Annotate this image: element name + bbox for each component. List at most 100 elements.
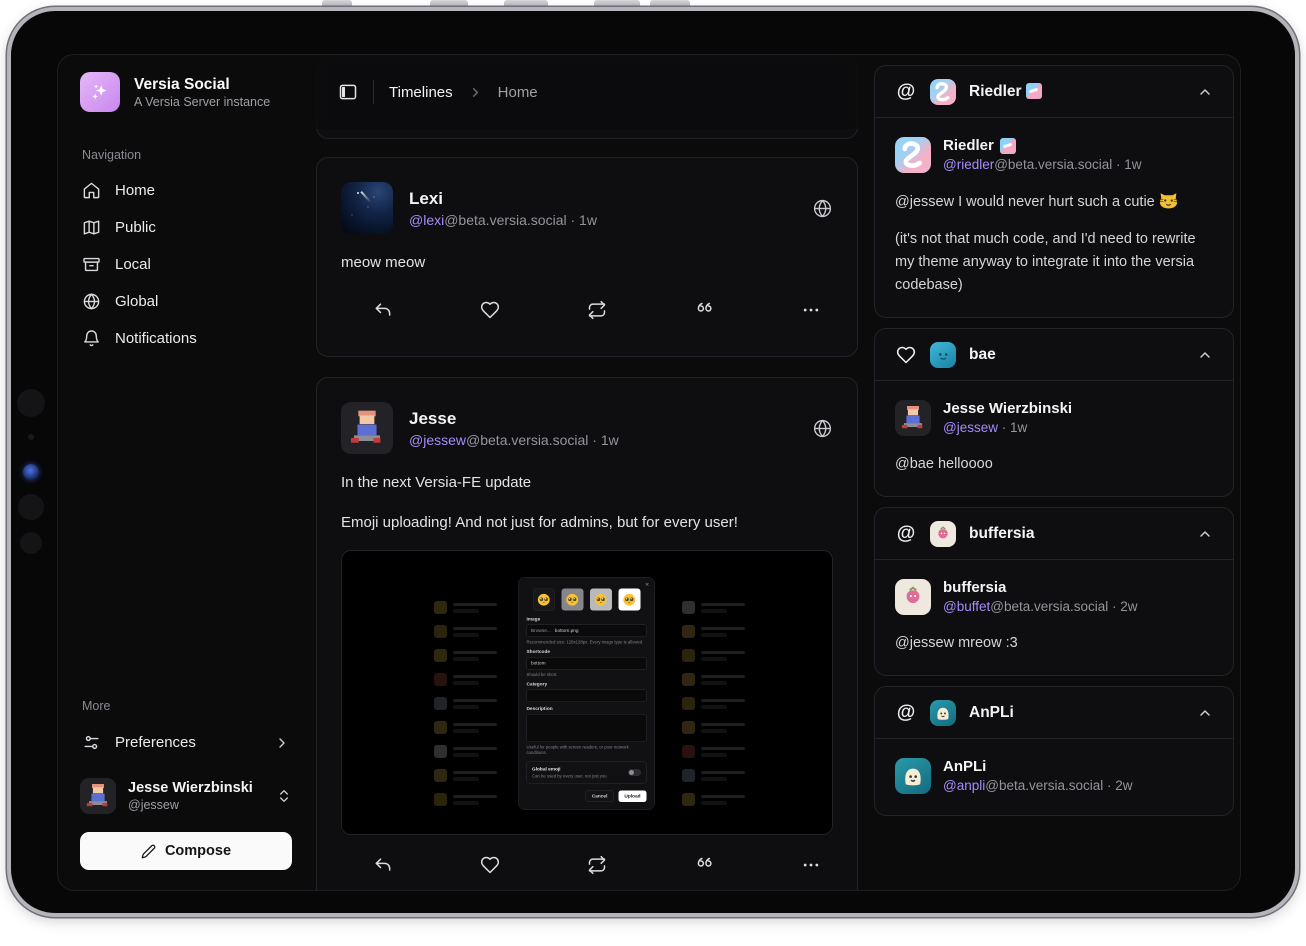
notification-header[interactable]: @ buffersia <box>875 508 1233 560</box>
account-switcher[interactable]: Jesse Wierzbinski @jessew <box>80 778 292 814</box>
chevron-up-icon[interactable] <box>1197 526 1213 542</box>
map-icon <box>82 218 101 237</box>
bell-icon <box>82 329 101 348</box>
more-section-label: More <box>82 699 292 713</box>
avatar <box>80 778 116 814</box>
shortcode-field-label: Shortcode <box>527 649 647 655</box>
sidebar-item-home[interactable]: Home <box>80 172 292 209</box>
dock-app-icon[interactable] <box>18 494 44 520</box>
mention-at-icon: @ <box>895 702 917 724</box>
post-author[interactable]: Lexi <box>409 187 597 210</box>
boost-repeat-icon[interactable] <box>587 300 607 320</box>
chevron-up-icon[interactable] <box>1197 705 1213 721</box>
breadcrumb-timelines[interactable]: Timelines <box>389 84 453 101</box>
sidebar-item-notifications[interactable]: Notifications <box>80 320 292 357</box>
notification-header[interactable]: @ AnPLi <box>875 687 1233 739</box>
cancel-button: Cancel <box>585 791 614 803</box>
cube-custom-emoji <box>1000 138 1016 154</box>
notification-body: buffersia @buffet@beta.versia.social · 2… <box>875 560 1233 675</box>
notifications-column: @ Riedler Riedler @riedler@beta. <box>874 65 1234 890</box>
account-name[interactable]: Riedler <box>943 136 1142 156</box>
image-field-label: Image <box>527 617 647 623</box>
sidebar-item-preferences[interactable]: Preferences <box>80 723 292 762</box>
account-handle: @riedler@beta.versia.social · 1w <box>943 156 1142 174</box>
dock-dot <box>28 434 34 440</box>
upload-button: Upload <box>618 791 646 803</box>
versia-app-window: Versia Social A Versia Server instance N… <box>58 55 1240 890</box>
more-ellipsis-icon[interactable] <box>801 855 821 875</box>
post-actions <box>341 300 833 320</box>
archive-icon <box>82 255 101 274</box>
notification-header[interactable]: @ Riedler <box>875 66 1233 118</box>
timeline-column: Timelines Home Lexi @lexi@beta.versia.so… <box>316 55 858 890</box>
global-emoji-toggle <box>628 769 641 776</box>
avatar[interactable] <box>341 182 393 234</box>
boost-repeat-icon[interactable] <box>587 855 607 875</box>
brand[interactable]: Versia Social A Versia Server instance <box>80 72 292 112</box>
sidebar-item-public[interactable]: Public <box>80 209 292 246</box>
chevron-right-icon <box>274 735 290 751</box>
notification-header[interactable]: bae <box>875 329 1233 381</box>
avatar[interactable] <box>895 579 931 615</box>
dock-app-icon[interactable] <box>20 532 42 554</box>
notification-card: @ Riedler Riedler @riedler@beta. <box>874 65 1234 318</box>
like-heart-icon[interactable] <box>480 855 500 875</box>
post-card: Jesse @jessew@beta.versia.social · 1w In… <box>316 377 858 890</box>
avatar[interactable] <box>341 402 393 454</box>
sidebar-item-label: Global <box>115 293 158 310</box>
stage: Versia Social A Versia Server instance N… <box>0 0 1306 946</box>
account-name[interactable]: buffersia <box>943 578 1138 598</box>
sidebar-item-local[interactable]: Local <box>80 246 292 283</box>
sidebar-item-global[interactable]: Global <box>80 283 292 320</box>
close-icon: × <box>645 581 649 589</box>
quote-icon[interactable] <box>694 855 714 875</box>
account-handle: @jessew · 1w <box>943 419 1072 437</box>
mention-at-icon: @ <box>895 81 917 103</box>
compose-button[interactable]: Compose <box>80 832 292 870</box>
sidebar-item-label: Public <box>115 219 156 236</box>
notification-title: Riedler <box>969 83 1042 101</box>
chevron-up-icon[interactable] <box>1197 347 1213 363</box>
emoji-upload-dialog: × Image Browse...bottom.png Recommended … <box>518 577 655 810</box>
dock-app-icon-blue[interactable] <box>23 464 39 480</box>
global-emoji-setting: Global emoji Can be used by every user, … <box>527 762 647 784</box>
avatar[interactable] <box>895 400 931 436</box>
avatar[interactable] <box>895 137 931 173</box>
post-author[interactable]: Jesse <box>409 407 619 430</box>
sparkles-icon <box>88 80 112 104</box>
notification-title: bae <box>969 346 996 364</box>
account-name[interactable]: AnPLi <box>943 757 1133 777</box>
avatar <box>930 342 956 368</box>
pleading-face-emoji <box>533 589 555 611</box>
shortcode-input: bottom <box>527 657 647 670</box>
global-emoji-title: Global emoji <box>532 767 624 773</box>
account-name[interactable]: Jesse Wierzbinski <box>943 399 1072 419</box>
reply-icon[interactable] <box>373 855 393 875</box>
globe-icon <box>82 292 101 311</box>
post-content: meow meow <box>341 252 833 274</box>
notification-text: @bae helloooo <box>895 453 1213 476</box>
notification-title: AnPLi <box>969 704 1014 722</box>
pencil-icon <box>141 844 156 859</box>
shortcode-hint: Should be short. <box>527 672 647 678</box>
account-handle: @buffet@beta.versia.social · 2w <box>943 598 1138 616</box>
notification-body: Riedler @riedler@beta.versia.social · 1w… <box>875 118 1233 317</box>
current-user-name: Jesse Wierzbinski <box>128 779 264 797</box>
post-attachment-image[interactable]: × Image Browse...bottom.png Recommended … <box>341 550 833 835</box>
category-field-label: Category <box>527 682 647 688</box>
more-ellipsis-icon[interactable] <box>801 300 821 320</box>
chevron-up-icon[interactable] <box>1197 84 1213 100</box>
versia-logo-icon <box>80 72 120 112</box>
dock-app-icon[interactable] <box>17 389 45 417</box>
avatar[interactable] <box>895 758 931 794</box>
panel-left-icon[interactable] <box>338 82 358 102</box>
reply-icon[interactable] <box>373 300 393 320</box>
mention-at-icon: @ <box>895 523 917 545</box>
quote-icon[interactable] <box>694 300 714 320</box>
like-heart-icon[interactable] <box>480 300 500 320</box>
left-sidebar: Versia Social A Versia Server instance N… <box>58 55 314 890</box>
sidebar-item-label: Notifications <box>115 330 197 347</box>
post-actions <box>341 855 833 875</box>
notification-card: @ buffersia buffersia @buffet@bet <box>874 507 1234 676</box>
sliders-icon <box>82 733 101 752</box>
